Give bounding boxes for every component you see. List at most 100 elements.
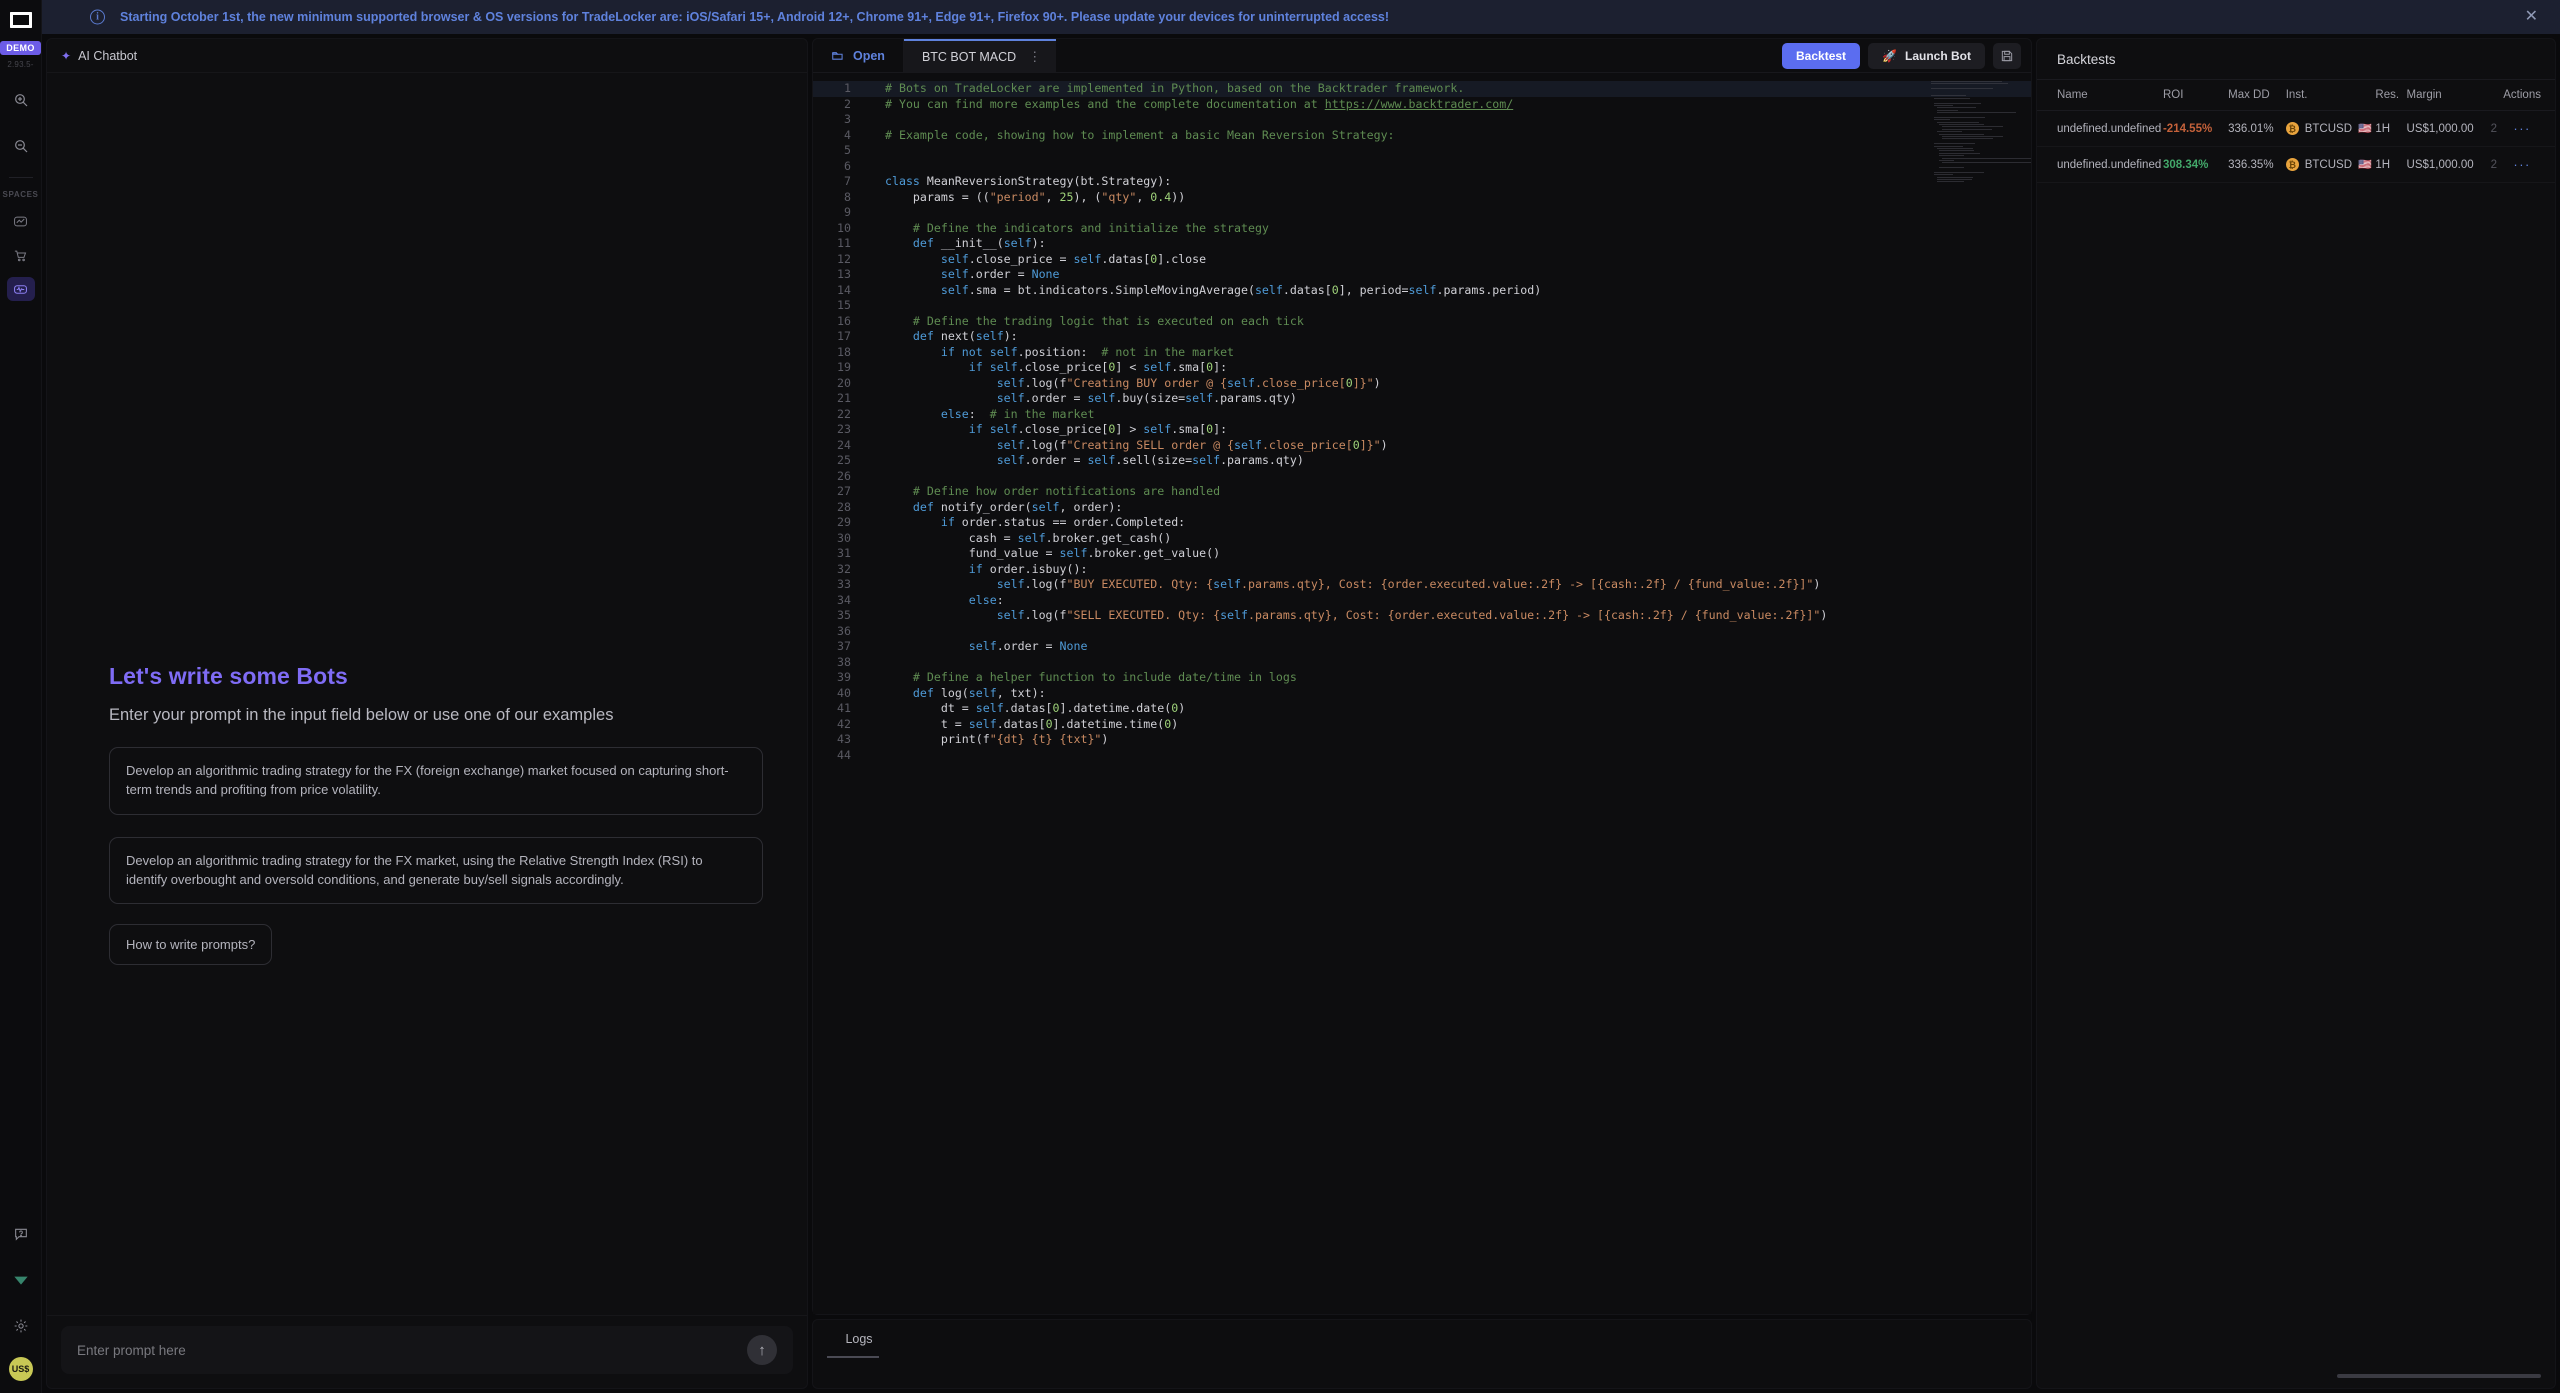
prompt-input[interactable] [77, 1342, 747, 1358]
cell-name: undefined.undefined [2037, 110, 2163, 147]
tab-menu-icon[interactable]: ⋮ [1028, 49, 1042, 65]
send-button[interactable]: ↑ [747, 1335, 777, 1365]
how-to-write-prompts-button[interactable]: How to write prompts? [109, 924, 273, 966]
line-text: # Define a helper function to include da… [912, 670, 1297, 684]
tradelocker-logo[interactable] [6, 10, 36, 36]
code-line: 33 self.log(f"BUY EXECUTED. Qty: {self.p… [813, 577, 2031, 593]
minimap-line [1936, 179, 1973, 181]
minimap-line [1936, 121, 1980, 123]
line-number: 36 [837, 623, 851, 638]
launch-bot-label: Launch Bot [1905, 48, 1971, 63]
column-header[interactable]: Margin [2406, 79, 2491, 111]
row-actions-button[interactable]: ··· [2503, 110, 2555, 147]
example-prompt-2[interactable]: Develop an algorithmic trading strategy … [109, 836, 763, 905]
launch-bot-button[interactable]: 🚀 Launch Bot [1868, 42, 1985, 69]
line-number: 8 [844, 189, 851, 204]
chat-subheading: Enter your prompt in the input field bel… [109, 706, 614, 724]
backtests-horizontal-scrollbar[interactable] [2337, 1374, 2541, 1378]
table-row[interactable]: undefined.undefined -214.55% 336.01% ₿ BTCUS… [2037, 110, 2555, 147]
tab-btc-bot-macd[interactable]: BTC BOT MACD ⋮ [903, 39, 1057, 72]
code-line: 38 [813, 655, 2031, 671]
minimap-line [1933, 145, 1963, 147]
code-area[interactable]: 1 # Bots on TradeLocker are implemented i… [813, 73, 2031, 1314]
line-number: 3 [844, 112, 851, 126]
zoom-out-icon[interactable] [6, 131, 36, 161]
table-header-row: Name ROI Max DD Inst. Res. Margin Actions [2037, 79, 2555, 111]
tab-logs[interactable]: Logs [813, 1320, 883, 1356]
code-line: 1 # Bots on TradeLocker are implemented i… [813, 81, 2031, 97]
code-line: 41 dt = self.datas[0].datetime.date(0) [813, 701, 2031, 717]
flag-icon: 🇺🇸 [2358, 159, 2372, 171]
minimap-line [1931, 83, 2008, 85]
backtests-panel: Backtests Name ROI Max DD Inst. Res. Margin Ac… [2036, 38, 2556, 1389]
left-rail: DEMO 2.93.5- SPACES US$ [0, 0, 42, 1393]
column-header[interactable] [2490, 79, 2504, 111]
code-line: 31 fund_value = self.broker.get_value() [813, 546, 2031, 562]
minimap-line [1933, 143, 1975, 145]
settings-icon[interactable] [6, 1311, 36, 1341]
code-line: 4 # Example code, showing how to implemen… [813, 128, 2031, 144]
ai-chatbot-panel: ✦ AI Chatbot Let's write some Bots Enter… [46, 38, 808, 1389]
line-text: def notify_order(self, order): [912, 499, 1123, 514]
backtests-title: Backtests [2057, 52, 2116, 67]
line-text: t = self.datas[0].datetime.time(0) [940, 716, 1179, 731]
line-number: 11 [837, 236, 851, 250]
code-content[interactable]: 1 # Bots on TradeLocker are implemented i… [813, 73, 2031, 763]
avatar[interactable]: US$ [8, 1357, 33, 1381]
minimap-line [1939, 152, 1981, 154]
sidebar-item-bots-space[interactable] [6, 277, 35, 301]
column-header[interactable]: ROI [2162, 79, 2229, 111]
line-number: 5 [844, 143, 851, 157]
code-line: 11 def __init__(self): [813, 236, 2031, 252]
line-text: cash = self.broker.get_cash() [968, 530, 1172, 545]
code-minimap[interactable] [1931, 81, 2031, 183]
minimap-line [1942, 135, 2004, 137]
line-number: 7 [844, 174, 851, 188]
column-header[interactable]: Res. [2375, 79, 2407, 111]
code-line: 28 def notify_order(self, order): [813, 500, 2031, 516]
line-text [861, 469, 892, 485]
signal-icon[interactable] [6, 1265, 36, 1295]
line-text: def __init__(self): [912, 236, 1046, 250]
column-header[interactable]: Name [2037, 79, 2163, 111]
chat-header: ✦ AI Chatbot [47, 39, 807, 73]
save-icon[interactable] [1993, 42, 2021, 69]
help-icon[interactable] [6, 1219, 36, 1249]
cell-resolution: 1H [2375, 110, 2407, 147]
spaces-label: SPACES [2, 190, 39, 199]
minimap-line [1942, 128, 1993, 130]
code-line: 19 if self.close_price[0] < self.sma[0]: [813, 360, 2031, 376]
column-header[interactable]: Actions [2503, 79, 2555, 111]
sidebar-item-chart-space[interactable] [7, 209, 35, 233]
code-line: 13 self.order = None [813, 267, 2031, 283]
column-header[interactable]: Inst. [2285, 79, 2376, 111]
line-number: 37 [837, 639, 851, 653]
line-text: # Bots on TradeLocker are implemented in… [885, 81, 1465, 95]
sidebar-item-cart-space[interactable] [7, 243, 35, 267]
minimap-line [1931, 81, 2002, 82]
line-number: 32 [837, 561, 851, 576]
example-prompt-1[interactable]: Develop an algorithmic trading strategy … [109, 747, 763, 815]
column-header[interactable]: Max DD [2228, 79, 2286, 111]
table-row[interactable]: undefined.undefined 308.34% 336.35% ₿ BTCUSD… [2037, 146, 2555, 183]
row-actions-button[interactable]: ··· [2503, 146, 2555, 183]
line-number: 27 [837, 484, 851, 498]
editor-column: Open BTC BOT MACD ⋮ Backtest 🚀 Launch Bo… [812, 38, 2032, 1389]
tab-open[interactable]: Open [813, 39, 904, 72]
minimap-line [1936, 181, 1964, 183]
cell-roi: 308.34% [2162, 146, 2229, 183]
line-number: 12 [837, 251, 851, 266]
code-line: 6 [813, 159, 2031, 175]
zoom-in-icon[interactable] [6, 85, 36, 115]
close-icon[interactable]: ✕ [2517, 5, 2546, 29]
minimap-line [1939, 133, 1984, 135]
minimap-line [1936, 131, 1963, 133]
line-text: if not self.position: # not in the marke… [940, 344, 1235, 359]
line-text [861, 624, 892, 640]
cell-instrument: ₿ BTCUSD 🇺🇸 [2285, 110, 2376, 147]
backtest-button[interactable]: Backtest [1782, 42, 1861, 69]
line-number: 21 [837, 391, 851, 405]
line-number: 43 [837, 732, 851, 746]
minimap-line [1939, 124, 1984, 126]
code-line: 37 self.order = None [813, 639, 2031, 655]
